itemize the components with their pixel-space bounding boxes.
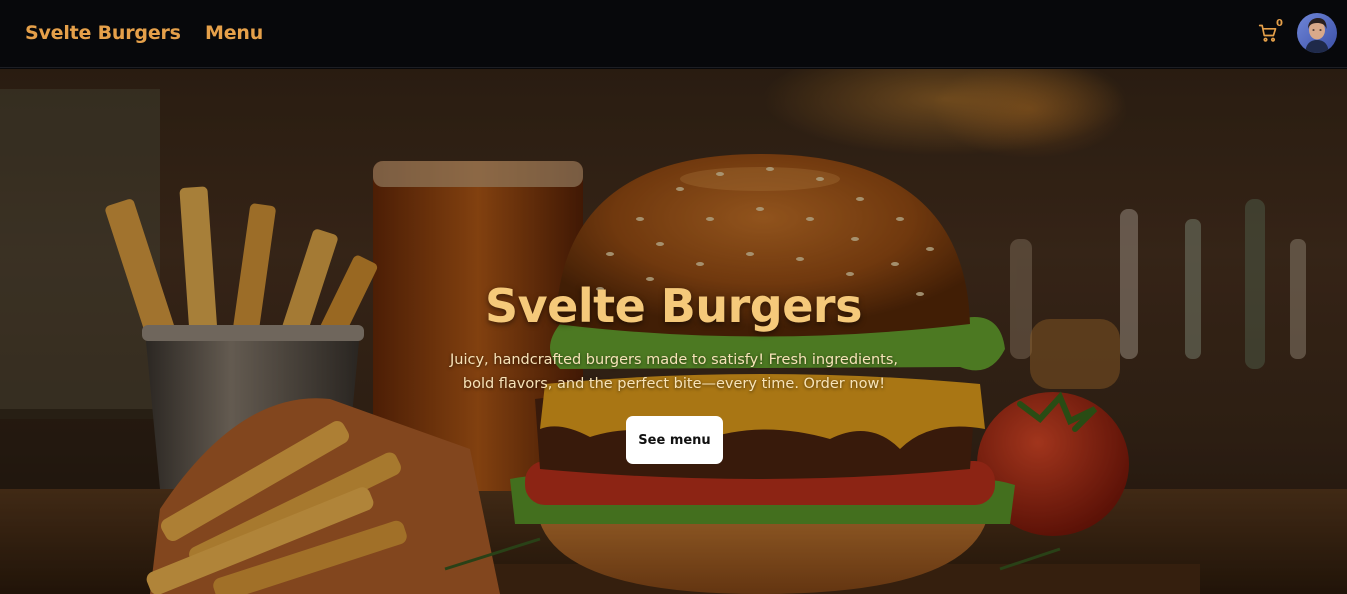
top-navbar: Svelte Burgers Menu 0 xyxy=(0,0,1347,68)
hero-title: Svelte Burgers xyxy=(485,279,862,333)
nav-link-menu[interactable]: Menu xyxy=(205,22,263,44)
avatar-icon xyxy=(1297,13,1337,53)
cart-count-badge: 0 xyxy=(1276,18,1283,29)
cart-icon xyxy=(1258,24,1277,42)
user-avatar[interactable] xyxy=(1297,13,1337,53)
brand-link[interactable]: Svelte Burgers xyxy=(25,22,181,44)
hero-section: Svelte Burgers Juicy, handcrafted burger… xyxy=(0,69,1347,594)
see-menu-button[interactable]: See menu xyxy=(626,416,723,464)
cart-button[interactable]: 0 xyxy=(1258,18,1286,48)
hero-description: Juicy, handcrafted burgers made to satis… xyxy=(449,352,899,392)
